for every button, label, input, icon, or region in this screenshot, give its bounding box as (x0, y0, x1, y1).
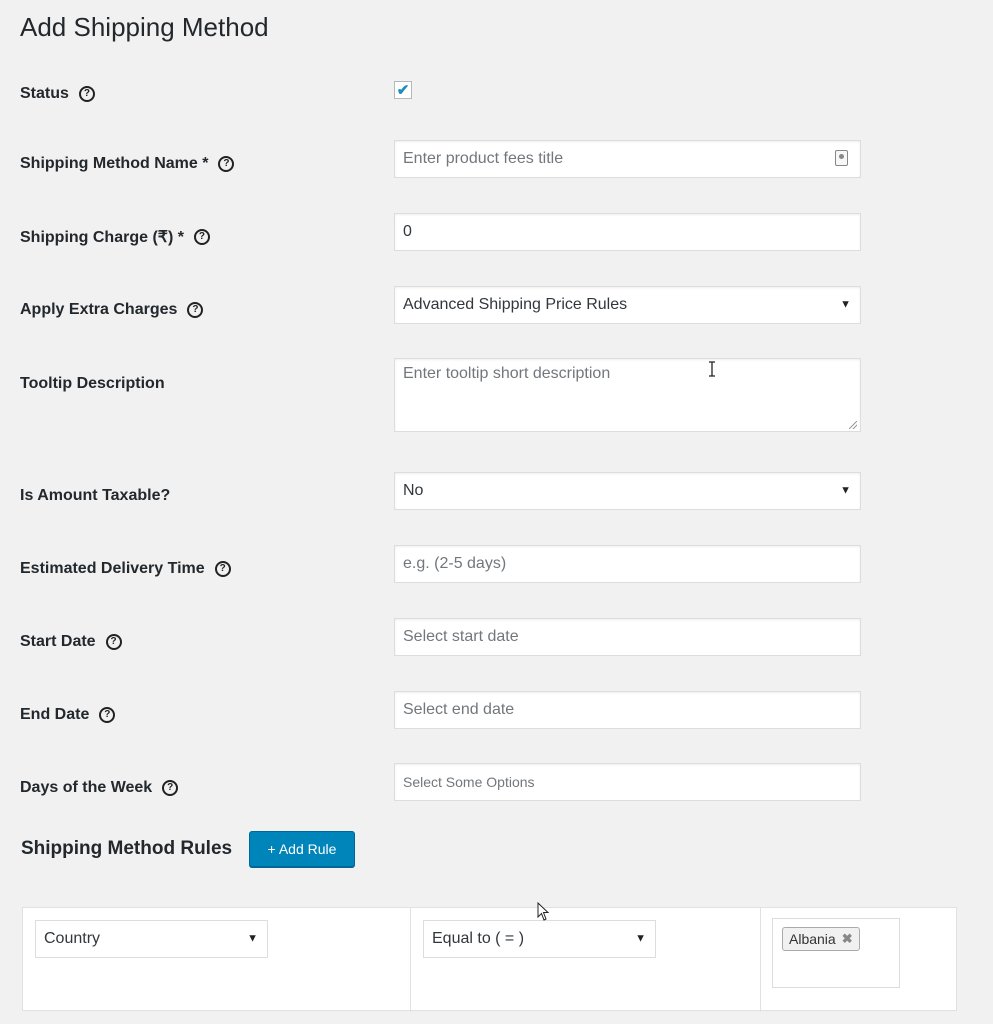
end-date-input[interactable] (394, 691, 861, 729)
column-divider (760, 908, 761, 1012)
taxable-label: Is Amount Taxable? (20, 484, 170, 508)
help-icon[interactable]: ? (187, 302, 204, 318)
tooltip-textarea[interactable] (394, 358, 861, 432)
delivery-time-input[interactable] (394, 545, 861, 583)
text-cursor-icon (709, 361, 715, 377)
status-checkbox[interactable]: ✔ (394, 81, 412, 99)
status-label: Status ? (20, 82, 95, 106)
end-date-label: End Date ? (20, 703, 116, 727)
help-icon[interactable]: ? (193, 229, 210, 245)
extra-charges-value: Advanced Shipping Price Rules (403, 296, 628, 313)
extra-charges-label-text: Apply Extra Charges (20, 301, 178, 318)
delivery-label-text: Estimated Delivery Time (20, 560, 205, 577)
charge-label-text: Shipping Charge (₹) * (20, 229, 184, 246)
rule-operator-select[interactable]: Equal to ( = ) ▼ (423, 920, 656, 958)
value-chip: Albania ✖ (782, 927, 860, 951)
remove-icon[interactable]: ✖ (842, 931, 853, 947)
page-title: Add Shipping Method (20, 12, 269, 42)
contact-card-icon (835, 150, 848, 166)
days-label: Days of the Week ? (20, 776, 179, 800)
days-label-text: Days of the Week (20, 779, 153, 796)
help-icon[interactable]: ? (214, 561, 231, 577)
method-name-label-text: Shipping Method Name * (20, 155, 209, 172)
method-name-label: Shipping Method Name * ? (20, 152, 235, 176)
rules-title: Shipping Method Rules (21, 838, 233, 859)
add-rule-button[interactable]: + Add Rule (249, 831, 355, 867)
extra-charges-label: Apply Extra Charges ? (20, 298, 204, 322)
end-date-label-text: End Date (20, 706, 90, 723)
tooltip-label-text: Tooltip Description (20, 375, 165, 392)
tooltip-label: Tooltip Description (20, 372, 165, 396)
extra-charges-select[interactable]: Advanced Shipping Price Rules ▼ (394, 286, 861, 324)
help-icon[interactable]: ? (99, 707, 116, 723)
rule-values-multiselect[interactable]: Albania ✖ (772, 918, 900, 988)
add-shipping-method-panel: Add Shipping Method Status ? ✔ Shipping … (0, 0, 993, 1024)
rule-condition-select[interactable]: Country ▼ (35, 920, 268, 958)
rule-condition-value: Country (44, 930, 101, 947)
start-date-input[interactable] (394, 618, 861, 656)
days-multiselect[interactable] (394, 763, 861, 801)
shipping-charge-input[interactable]: 0 (394, 213, 861, 251)
taxable-select[interactable]: No ▼ (394, 472, 861, 510)
column-divider (410, 908, 411, 1012)
method-name-input[interactable] (394, 140, 861, 178)
start-date-label-text: Start Date (20, 633, 96, 650)
pointer-cursor-icon (537, 902, 550, 921)
chevron-down-icon: ▼ (840, 298, 851, 311)
chevron-down-icon: ▼ (840, 484, 851, 497)
chip-label: Albania (789, 931, 836, 947)
checkmark-icon: ✔ (396, 82, 410, 99)
chevron-down-icon: ▼ (247, 932, 258, 945)
taxable-value: No (403, 482, 424, 499)
delivery-label: Estimated Delivery Time ? (20, 557, 231, 581)
help-icon[interactable]: ? (105, 634, 122, 650)
help-icon[interactable]: ? (162, 780, 179, 796)
rule-operator-value: Equal to ( = ) (432, 930, 525, 947)
taxable-label-text: Is Amount Taxable? (20, 487, 171, 504)
resize-grip-icon[interactable] (849, 421, 857, 429)
help-icon[interactable]: ? (78, 86, 95, 102)
start-date-label: Start Date ? (20, 630, 122, 654)
help-icon[interactable]: ? (218, 156, 235, 172)
charge-label: Shipping Charge (₹) * ? (20, 225, 210, 249)
status-label-text: Status (20, 85, 69, 102)
chevron-down-icon: ▼ (635, 932, 646, 945)
